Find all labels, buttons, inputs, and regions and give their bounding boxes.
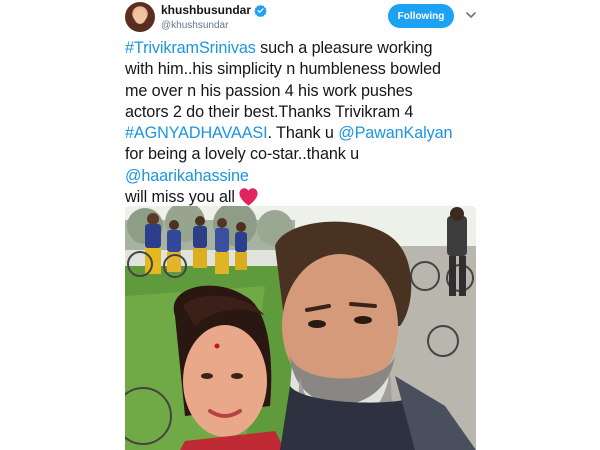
tweet-text: #TrivikramSrinivas such a pleasure worki…: [125, 38, 485, 208]
hashtag-trivikramsrinivas[interactable]: #TrivikramSrinivas: [125, 39, 256, 57]
tweet-line-7: @haarikahassine: [125, 166, 485, 187]
mention-haarikahassine[interactable]: @haarikahassine: [125, 167, 249, 185]
tweet-card: khushbusundar @khushsundar Following #Tr…: [0, 0, 600, 450]
selfie-photo-illustration: [125, 206, 476, 450]
tweet-line-5: #AGNYADHAVAASI. Thank u @PawanKalyan: [125, 124, 453, 143]
tweet-line-6: for being a lovely co-star..thank u: [125, 145, 360, 164]
user-names: khushbusundar @khushsundar: [161, 3, 267, 32]
heart-icon: [239, 188, 258, 206]
mention-pawankalyan[interactable]: @PawanKalyan: [338, 124, 452, 142]
hashtag-agnyadhavaasi[interactable]: #AGNYADHAVAASI: [125, 124, 268, 142]
display-name[interactable]: khushbusundar: [161, 3, 251, 17]
tweet-line-3: me over n his passion 4 his work pushes: [125, 81, 413, 100]
display-name-row[interactable]: khushbusundar: [161, 3, 267, 17]
tweet-line-4: actors 2 do their best.Thanks Trivikram …: [125, 102, 414, 121]
verified-badge-icon: [254, 4, 267, 17]
user-handle[interactable]: @khushsundar: [161, 19, 267, 32]
avatar[interactable]: [125, 2, 155, 32]
tweet-line-1: #TrivikramSrinivas such a pleasure worki…: [125, 39, 433, 57]
chevron-down-icon[interactable]: [465, 9, 477, 21]
following-button[interactable]: Following: [388, 4, 454, 28]
tweet-line-2: with him..his simplicity n humbleness bo…: [125, 60, 441, 79]
tweet-photo[interactable]: [125, 206, 476, 450]
